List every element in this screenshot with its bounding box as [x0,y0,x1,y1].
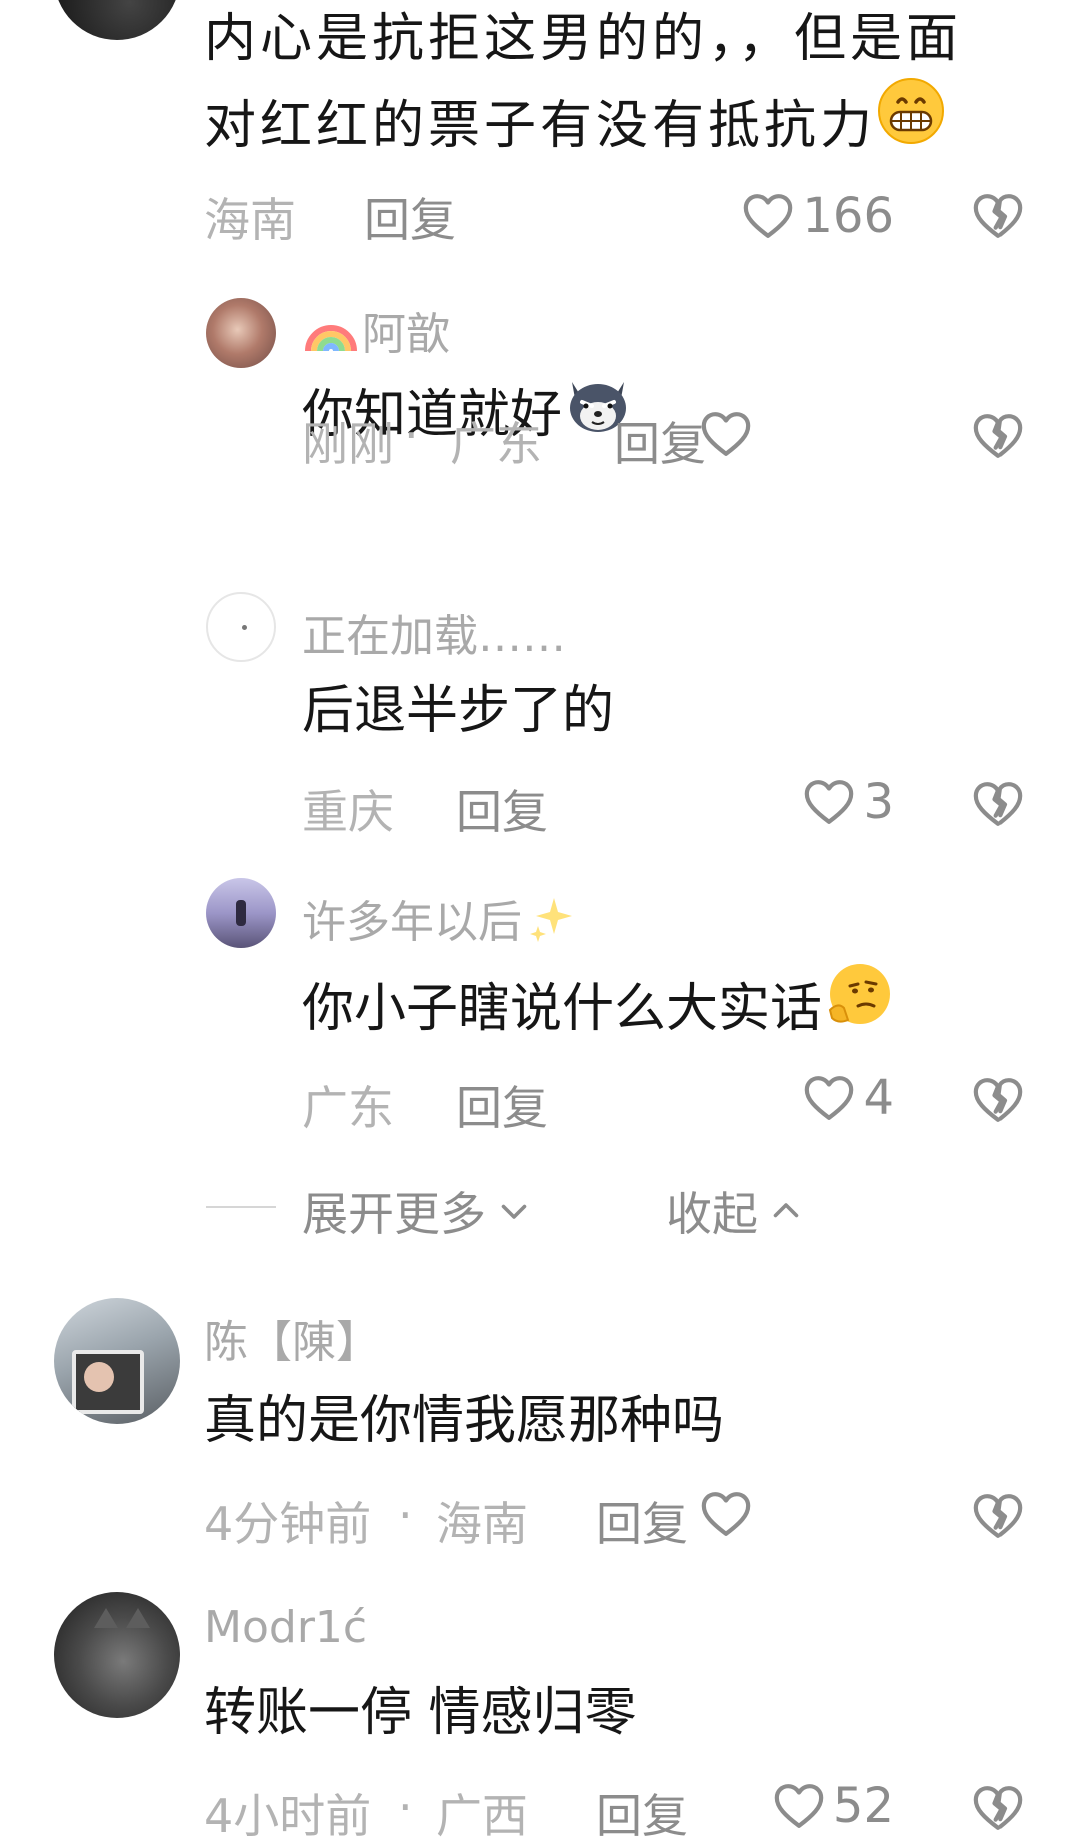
heart-icon [771,1778,827,1834]
broken-heart-icon[interactable] [970,776,1026,832]
like-button[interactable] [698,1484,760,1544]
reply-button[interactable]: 回复 [364,184,456,250]
broken-heart-icon[interactable] [970,1780,1026,1836]
broken-heart-icon[interactable] [970,1072,1026,1128]
heart-icon [698,406,754,462]
meta-separator: · [404,408,419,462]
comment-item: 内心是抗拒这男的的，，但是面 对红红的票子有没有抵抗力 海南 回复 166 [0,0,1080,260]
username[interactable]: 阿歆 [302,298,450,362]
grinning-face-emoji-icon [876,76,946,170]
comment-location: 广东 [302,1081,394,1135]
avatar-figure [236,900,246,926]
rainbow-emoji-icon [305,325,357,352]
reply-button[interactable]: 回复 [614,408,706,474]
chevron-up-icon [773,1203,799,1218]
expand-more-button[interactable]: 展开更多 [302,1178,532,1244]
user-avatar[interactable] [206,298,276,368]
like-count: 166 [802,188,894,244]
like-count: 4 [863,1070,894,1126]
like-count: 3 [863,774,894,830]
comment-location: 重庆 [302,785,394,839]
comment-text-line2: 对红红的票子有没有抵抗力 [204,78,946,176]
like-button[interactable]: 3 [801,772,894,832]
broken-heart-icon[interactable] [970,188,1026,244]
comment-location: 广西 [436,1789,528,1843]
heart-icon [801,774,857,830]
comment-text: 你小子瞎说什么大实话 [302,964,894,1060]
username[interactable]: 陈【陳】 [204,1306,380,1370]
meta-separator: · [398,1488,413,1542]
chevron-down-icon [501,1204,527,1219]
username[interactable]: 许多年以后 [302,886,580,950]
like-count: 52 [832,1778,894,1834]
comment-time: 刚刚 [302,417,394,471]
comment-location: 广东 [450,417,542,471]
heart-icon [698,1486,754,1542]
comment-time: 4小时前 [204,1789,372,1843]
like-button[interactable] [698,404,760,464]
expand-more-label: 展开更多 [302,1187,486,1241]
heart-icon [740,188,796,244]
user-avatar[interactable] [54,1298,180,1424]
avatar-photo-face [84,1362,114,1392]
comment-text: 真的是你情我愿那种吗 [204,1391,725,1451]
thread-divider [206,1206,276,1208]
meta-separator: · [398,1780,413,1834]
username[interactable]: Modr1ć [204,1602,367,1653]
reply-button[interactable]: 回复 [456,1072,548,1138]
comment-location: 海南 [204,193,296,247]
reply-button[interactable]: 回复 [596,1780,688,1846]
thinking-face-emoji-icon [822,958,894,1054]
collapse-label: 收起 [666,1187,758,1241]
comment-time: 4分钟前 [204,1497,372,1551]
user-avatar[interactable] [54,0,180,40]
user-avatar[interactable] [206,592,276,662]
broken-heart-icon[interactable] [970,1488,1026,1544]
comment-location: 海南 [436,1497,528,1551]
broken-heart-icon[interactable] [970,408,1026,464]
comment-text: 转账一停 情感归零 [204,1683,637,1743]
like-button[interactable]: 4 [801,1068,894,1128]
username-text: 许多年以后 [302,897,522,948]
user-avatar[interactable] [206,878,276,948]
like-button[interactable]: 166 [740,186,894,246]
username[interactable]: 正在加载…… [302,600,566,664]
avatar-cat-ear-left [94,1608,118,1628]
comment-text-part: 对红红的票子有没有抵抗力 [204,96,877,156]
like-button[interactable]: 52 [771,1776,894,1836]
reply-button[interactable]: 回复 [596,1488,688,1554]
comment-text: 内心是抗拒这男的的，，但是面 [204,9,963,69]
username-text: 阿歆 [362,309,450,360]
collapse-button[interactable]: 收起 [666,1178,804,1244]
avatar-dot [241,624,247,630]
sparkles-emoji-icon [530,898,572,942]
user-avatar[interactable] [54,1592,180,1718]
comment-text-part: 你小子瞎说什么大实话 [302,979,823,1039]
avatar-cat-ear-right [126,1608,150,1628]
reply-button[interactable]: 回复 [456,776,548,842]
heart-icon [801,1070,857,1126]
comment-text: 后退半步了的 [302,681,615,741]
